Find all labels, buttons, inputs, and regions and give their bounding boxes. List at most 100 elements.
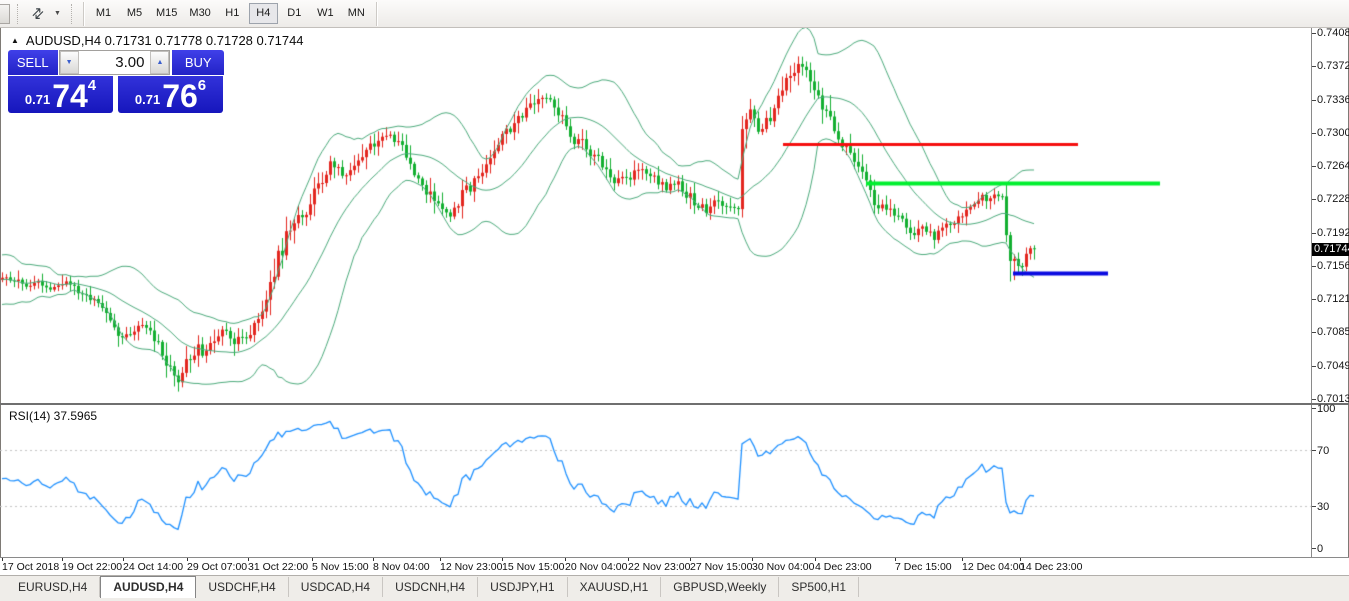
tab-audusd-h4[interactable]: AUDUSD,H4 [100, 576, 196, 598]
timeframe-m15[interactable]: M15 [151, 3, 182, 24]
buy-price-pip: 6 [198, 77, 206, 94]
chart-tabbar: EURUSD,H4 AUDUSD,H4 USDCHF,H4 USDCAD,H4 … [0, 575, 1349, 601]
price-axis-tick [1312, 233, 1316, 234]
price-axis-border [1311, 28, 1312, 575]
ohlc-open: 0.71731 [105, 33, 152, 48]
tab-gbpusd-weekly[interactable]: GBPUSD,Weekly [661, 577, 779, 597]
time-tick-label: 29 Oct 07:00 [187, 561, 247, 573]
timeframe-mn[interactable]: MN [342, 3, 371, 24]
buy-button[interactable]: BUY [172, 50, 224, 75]
tab-sp500-h1[interactable]: SP500,H1 [779, 577, 859, 597]
timeframe-m5[interactable]: M5 [120, 3, 149, 24]
tab-usdcnh-h4[interactable]: USDCNH,H4 [383, 577, 478, 597]
price-tick-label: 0.74080 [1317, 27, 1349, 39]
time-tick-label: 5 Nov 15:00 [312, 561, 369, 573]
one-click-toggle-icon[interactable]: ▲ [11, 36, 19, 45]
price-tick-label: 0.72280 [1317, 193, 1349, 205]
tab-usdcad-h4[interactable]: USDCAD,H4 [289, 577, 383, 597]
ohlc-low: 0.71728 [206, 33, 253, 48]
price-tick-label: 0.71210 [1317, 293, 1349, 305]
price-axis-tick [1312, 66, 1316, 67]
rsi-axis-tick [1312, 408, 1316, 409]
price-axis-tick [1312, 266, 1316, 267]
one-click-top-row: SELL ▼ ▲ BUY [8, 50, 224, 75]
timeframe-w1[interactable]: W1 [311, 3, 340, 24]
toolbar-separator [376, 2, 377, 26]
price-tick-label: 0.71920 [1317, 227, 1349, 239]
one-click-trading-panel: SELL ▼ ▲ BUY 0.71 74 4 0.71 76 6 [8, 50, 224, 113]
time-tick-label: 7 Dec 15:00 [895, 561, 952, 573]
price-tick-label: 0.73360 [1317, 94, 1349, 106]
volume-up-button[interactable]: ▲ [150, 51, 169, 74]
sell-price-pip: 4 [88, 77, 96, 94]
price-axis-tick [1312, 166, 1316, 167]
price-tick-label: 0.70850 [1317, 326, 1349, 338]
rsi-indicator-label: RSI(14) 37.5965 [9, 409, 97, 423]
one-click-price-row: 0.71 74 4 0.71 76 6 [8, 76, 223, 113]
buy-price-box[interactable]: 0.71 76 6 [118, 76, 223, 113]
price-axis-tick [1312, 133, 1316, 134]
time-tick-label: 20 Nov 04:00 [565, 561, 627, 573]
price-tick-label: 0.72640 [1317, 160, 1349, 172]
chart-ohlc-line: ▲ AUDUSD,H4 0.71731 0.71778 0.71728 0.717… [11, 33, 304, 48]
price-tick-label: 0.73720 [1317, 60, 1349, 72]
tab-xauusd-h1[interactable]: XAUUSD,H1 [568, 577, 662, 597]
toolbar-separator [83, 2, 84, 26]
price-axis-tick [1312, 366, 1316, 367]
time-tick-label: 31 Oct 22:00 [248, 561, 308, 573]
time-tick-label: 14 Dec 23:00 [1020, 561, 1082, 573]
rsi-tick-label: 100 [1317, 403, 1335, 415]
tab-usdchf-h4[interactable]: USDCHF,H4 [196, 577, 288, 597]
time-tick-label: 19 Oct 22:00 [62, 561, 122, 573]
rsi-tick-label: 70 [1317, 445, 1329, 457]
price-axis-tick [1312, 399, 1316, 400]
chart-symbol: AUDUSD,H4 [26, 33, 101, 48]
time-tick-label: 12 Dec 04:00 [962, 561, 1024, 573]
mt4-window: ⇄ ▼ M1 M5 M15 M30 H1 H4 D1 W1 MN ▲ AUDUSD… [0, 0, 1349, 601]
price-tick-label: 0.73000 [1317, 127, 1349, 139]
drag-grip [71, 4, 74, 24]
price-axis-tick [1312, 299, 1316, 300]
buy-price-big: 76 [162, 81, 198, 111]
sell-price-prefix: 0.71 [25, 92, 50, 107]
timeframe-m1[interactable]: M1 [89, 3, 118, 24]
ohlc-high: 0.71778 [155, 33, 202, 48]
buy-price-prefix: 0.71 [135, 92, 160, 107]
ohlc-close: 0.71744 [257, 33, 304, 48]
timeframe-d1[interactable]: D1 [280, 3, 309, 24]
time-tick-label: 17 Oct 2018 [2, 561, 59, 573]
tab-usdjpy-h1[interactable]: USDJPY,H1 [478, 577, 567, 597]
time-tick-label: 15 Nov 15:00 [502, 561, 564, 573]
rsi-axis-tick [1312, 506, 1316, 507]
time-tick-label: 24 Oct 14:00 [123, 561, 183, 573]
rsi-axis-tick [1312, 450, 1316, 451]
timeframe-h1[interactable]: H1 [218, 3, 247, 24]
timeframe-m30[interactable]: M30 [184, 3, 215, 24]
dropdown-caret-icon[interactable]: ▼ [51, 3, 64, 25]
price-axis-tick [1312, 199, 1316, 200]
rsi-tick-label: 30 [1317, 501, 1329, 513]
volume-control: ▼ ▲ [59, 50, 171, 75]
volume-input[interactable] [79, 51, 151, 74]
drag-grip [17, 4, 20, 24]
clipped-icon[interactable] [0, 4, 10, 24]
current-price-tag: 0.71744 [1312, 243, 1349, 256]
sell-button[interactable]: SELL [8, 50, 58, 75]
toolbar: ⇄ ▼ M1 M5 M15 M30 H1 H4 D1 W1 MN [0, 0, 1349, 28]
time-tick-label: 27 Nov 15:00 [690, 561, 752, 573]
rsi-canvas[interactable] [0, 405, 1311, 557]
volume-down-button[interactable]: ▼ [60, 51, 79, 74]
rsi-tick-label: 0 [1317, 543, 1323, 555]
time-tick-label: 4 Dec 23:00 [815, 561, 872, 573]
price-axis-tick [1312, 33, 1316, 34]
sell-price-box[interactable]: 0.71 74 4 [8, 76, 113, 113]
price-tick-label: 0.71560 [1317, 260, 1349, 272]
time-tick-label: 30 Nov 04:00 [752, 561, 814, 573]
price-axis-tick [1312, 332, 1316, 333]
arrange-windows-icon[interactable]: ⇄ [25, 3, 51, 25]
tab-eurusd-h4[interactable]: EURUSD,H4 [6, 577, 100, 597]
rsi-axis-tick [1312, 548, 1316, 549]
time-tick-label: 22 Nov 23:00 [628, 561, 690, 573]
timeframe-h4[interactable]: H4 [249, 3, 278, 24]
price-axis-tick [1312, 100, 1316, 101]
